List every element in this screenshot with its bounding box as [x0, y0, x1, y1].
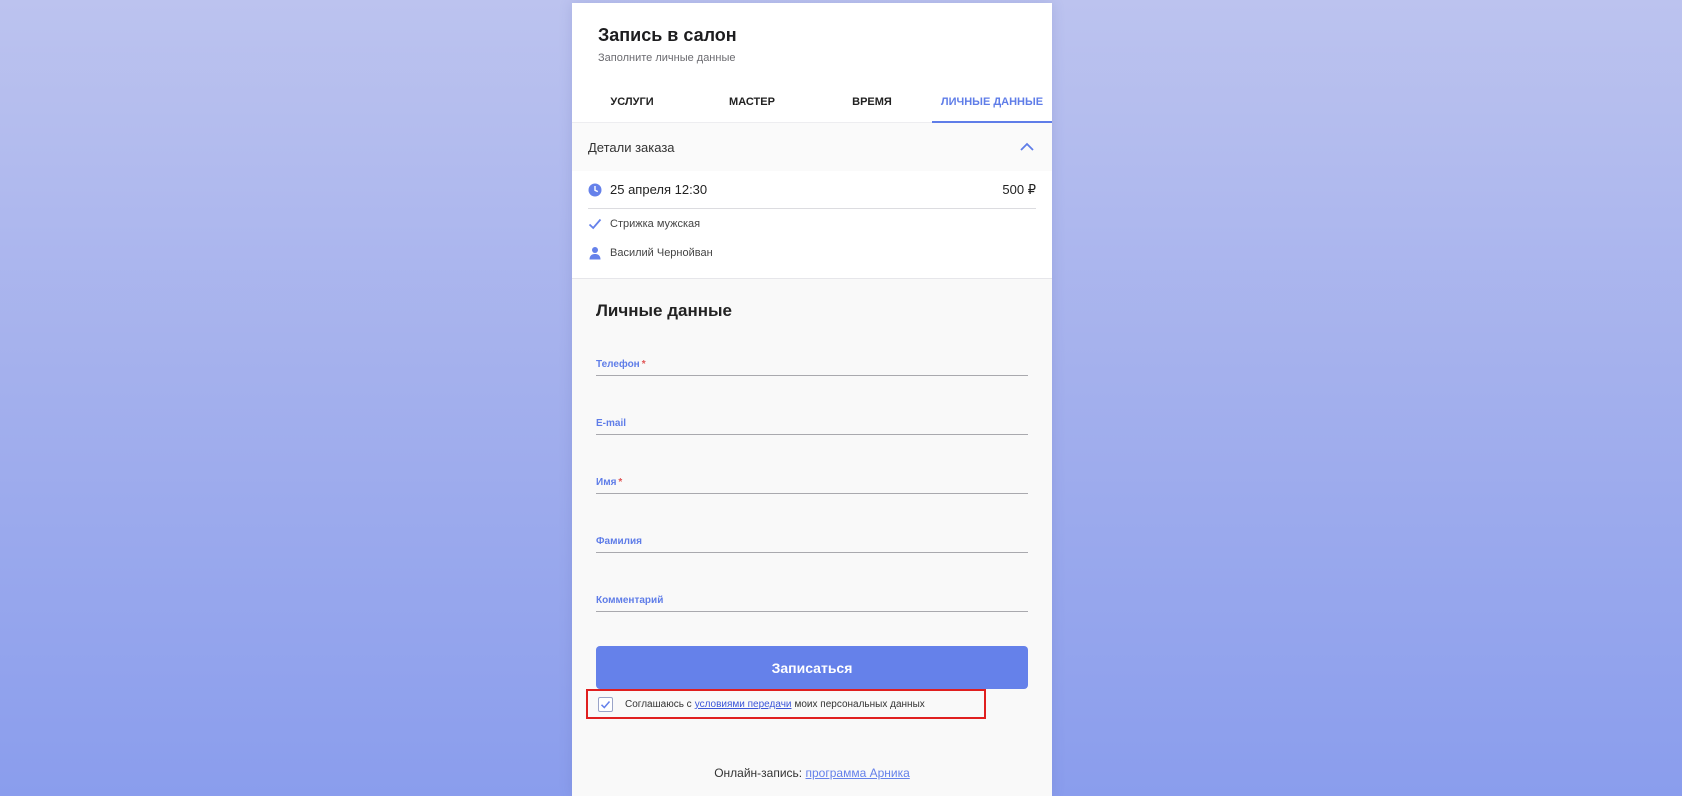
check-icon — [600, 700, 611, 709]
phone-field[interactable]: Телефон * — [596, 317, 1032, 376]
tab-services[interactable]: УСЛУГИ — [572, 82, 692, 122]
order-master: Василий Чернойван — [610, 246, 713, 259]
person-icon — [588, 246, 602, 260]
form-title: Личные данные — [596, 301, 732, 320]
widget-subtitle: Заполните личные данные — [598, 52, 736, 64]
tab-personal-data[interactable]: ЛИЧНЫЕ ДАННЫЕ — [932, 82, 1052, 123]
order-master-row: Василий Чернойван — [588, 238, 1036, 267]
consent-text-before: Соглашаюсь с — [625, 698, 692, 710]
step-tabs: УСЛУГИ МАСТЕР ВРЕМЯ ЛИЧНЫЕ ДАННЫЕ — [572, 82, 1052, 123]
order-details-toggle[interactable]: Детали заказа — [572, 123, 1052, 171]
order-datetime-row: 25 апреля 12:30 500 ₽ — [588, 171, 1036, 209]
footer-text: Онлайн-запись: — [714, 766, 803, 780]
comment-input[interactable] — [596, 581, 1032, 611]
consent-text-after: моих персональных данных — [794, 698, 925, 710]
widget-header: Запись в салон Заполните личные данные — [572, 3, 1052, 82]
consent-row: Соглашаюсь с условиями передачи моих пер… — [586, 689, 986, 719]
tab-time[interactable]: ВРЕМЯ — [812, 82, 932, 122]
tab-master[interactable]: МАСТЕР — [692, 82, 812, 122]
comment-underline — [596, 611, 1028, 612]
order-datetime: 25 апреля 12:30 — [610, 182, 708, 197]
booking-widget: Запись в салон Заполните личные данные У… — [572, 3, 1052, 796]
footer: Онлайн-запись: программа Арника — [572, 766, 1052, 780]
footer-arnica-link[interactable]: программа Арника — [806, 766, 910, 780]
chevron-up-icon[interactable] — [1018, 138, 1036, 156]
order-details: 25 апреля 12:30 500 ₽ Стрижка мужская Ва… — [572, 171, 1052, 279]
comment-field[interactable]: Комментарий — [596, 553, 1032, 612]
last-name-input[interactable] — [596, 522, 1032, 552]
first-name-input[interactable] — [596, 463, 1032, 493]
submit-booking-button[interactable]: Записаться — [596, 646, 1028, 689]
widget-title: Запись в салон — [598, 25, 737, 45]
order-service-row: Стрижка мужская — [588, 209, 1036, 238]
email-field[interactable]: E-mail — [596, 376, 1032, 435]
check-icon — [588, 217, 602, 231]
phone-input[interactable] — [596, 345, 1032, 375]
order-details-title: Детали заказа — [588, 139, 675, 155]
clock-icon — [588, 183, 602, 197]
first-name-field[interactable]: Имя * — [596, 435, 1032, 494]
consent-terms-link[interactable]: условиями передачи — [695, 699, 792, 710]
order-price: 500 ₽ — [1002, 181, 1036, 197]
personal-data-form: Личные данные Телефон * E-mail Имя * Фамил… — [572, 279, 1052, 796]
email-input[interactable] — [596, 404, 1032, 434]
consent-checkbox[interactable] — [598, 696, 613, 712]
last-name-field[interactable]: Фамилия — [596, 494, 1032, 553]
order-service: Стрижка мужская — [610, 217, 701, 230]
